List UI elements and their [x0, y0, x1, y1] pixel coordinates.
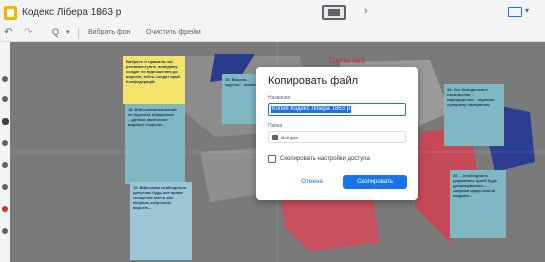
dialog-title: Копировать файл	[268, 75, 359, 87]
text-tool-icon[interactable]	[2, 228, 8, 234]
cancel-button[interactable]: Отмена	[294, 176, 330, 188]
name-label: Название	[268, 95, 291, 101]
file-name-value: Копия Кодекс Лібера 1863 р	[271, 106, 351, 113]
shape-tool-icon[interactable]	[2, 184, 8, 190]
set-background-button[interactable]: Вибрать фон	[88, 29, 131, 36]
star-icon[interactable]: ☆	[95, 5, 105, 18]
sticky-note[interactable]: Вибрати ті правила, які регламентують по…	[123, 56, 185, 104]
document-title[interactable]: Кодекс Лібера 1863 р	[22, 7, 121, 18]
tool-rail	[0, 42, 10, 262]
file-name-input[interactable]: Копия Кодекс Лібера 1863 р	[268, 103, 406, 116]
folder-icon	[272, 135, 278, 140]
pen-tool-icon[interactable]	[2, 76, 8, 82]
title-bar: Кодекс Лібера 1863 р ☆ › ▾	[0, 0, 545, 26]
present-menu-chevron-icon[interactable]: ▾	[525, 6, 529, 15]
present-icon[interactable]	[508, 7, 522, 17]
sticky-note[interactable]: 15. Військова необхідність допускає будь…	[130, 182, 192, 260]
jamboard-logo-icon	[4, 6, 17, 20]
sticky-note-tool-icon[interactable]	[2, 140, 8, 146]
copy-file-dialog: Копировать файл Название Копия Кодекс Лі…	[256, 67, 418, 200]
copy-button[interactable]: Скопировать	[343, 175, 407, 189]
sticky-note[interactable]: 44. Усе безпідставне насильство... марод…	[444, 84, 504, 146]
copy-sharing-checkbox[interactable]	[268, 155, 276, 163]
frame-bar-icon[interactable]	[322, 5, 346, 20]
undo-icon[interactable]: ↶	[4, 27, 12, 38]
image-tool-icon[interactable]	[2, 162, 8, 168]
redo-icon[interactable]: ↷	[24, 27, 32, 38]
copy-sharing-label[interactable]: Скопировать настройки доступа	[280, 156, 370, 162]
select-tool-icon[interactable]	[2, 118, 9, 125]
zoom-icon[interactable]: Q	[52, 27, 59, 37]
toolbar: ↶ ↷ Q ▾ Вибрать фон Очистить фрейм	[0, 26, 545, 42]
sticky-note[interactable]: 22. ...необхідність державних цілей буде…	[450, 170, 506, 238]
toolbar-divider	[78, 29, 79, 39]
clear-frame-button[interactable]: Очистить фрейм	[146, 29, 201, 36]
group-label: Група №1	[329, 56, 366, 65]
laser-tool-icon[interactable]	[2, 206, 8, 212]
sticky-note[interactable]: 18. Військовополонений не підлягає покар…	[125, 104, 185, 184]
zoom-chevron-icon[interactable]: ▾	[66, 28, 70, 36]
folder-picker[interactable]: Мой диск	[268, 131, 406, 143]
folder-value: Мой диск	[281, 135, 299, 140]
eraser-tool-icon[interactable]	[2, 96, 8, 102]
folder-label: Папка	[268, 123, 283, 129]
next-frame-icon[interactable]: ›	[364, 5, 368, 17]
